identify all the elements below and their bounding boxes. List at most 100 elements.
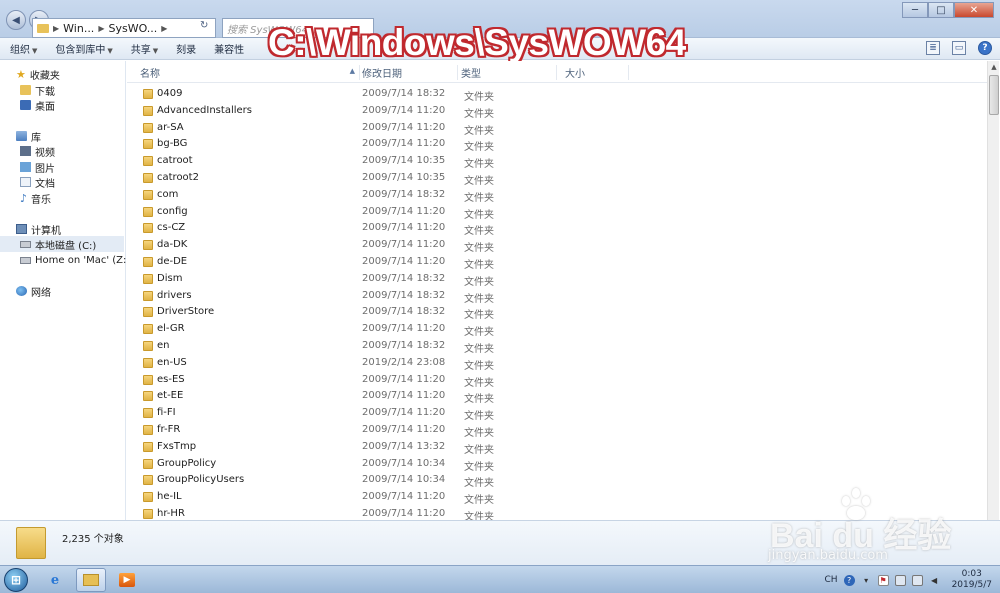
vertical-scrollbar[interactable]: ▲ xyxy=(987,61,999,520)
close-button[interactable]: ✕ xyxy=(954,2,994,18)
file-name: de-DE xyxy=(157,255,188,267)
preview-pane-icon[interactable]: ▭ xyxy=(952,41,966,55)
file-name: com xyxy=(157,188,179,200)
file-type: 文件夹 xyxy=(464,360,494,372)
nav-documents[interactable]: 文档 xyxy=(20,174,55,190)
file-row[interactable]: fr-FR 2009/7/14 11:20 文件夹 xyxy=(127,422,987,439)
nav-desktop[interactable]: 桌面 xyxy=(20,97,55,113)
start-button[interactable]: ⊞ xyxy=(4,568,28,592)
view-options-icon[interactable]: ≣ xyxy=(926,41,940,55)
file-date: 2009/7/14 11:20 xyxy=(362,423,446,435)
column-header-size[interactable]: 大小 xyxy=(565,65,629,80)
file-row[interactable]: el-GR 2009/7/14 11:20 文件夹 xyxy=(127,321,987,338)
back-arrow-icon[interactable]: ◀ xyxy=(6,10,26,30)
nav-mac-drive[interactable]: Home on 'Mac' (Z:) xyxy=(20,252,130,268)
file-row[interactable]: FxsTmp 2009/7/14 13:32 文件夹 xyxy=(127,439,987,456)
file-type: 文件夹 xyxy=(464,293,494,305)
compatibility-button[interactable]: 兼容性 xyxy=(214,41,244,56)
windows-explorer-icon[interactable] xyxy=(76,568,106,592)
file-row[interactable]: DriverStore 2009/7/14 18:32 文件夹 xyxy=(127,304,987,321)
burn-button[interactable]: 刻录 xyxy=(176,41,196,56)
file-date: 2009/7/14 11:20 xyxy=(362,407,446,419)
file-row[interactable]: es-ES 2009/7/14 11:20 文件夹 xyxy=(127,372,987,389)
file-row[interactable]: catroot2 2009/7/14 10:35 文件夹 xyxy=(127,170,987,187)
file-row[interactable]: et-EE 2009/7/14 11:20 文件夹 xyxy=(127,388,987,405)
nav-videos[interactable]: 视频 xyxy=(20,143,55,159)
file-row[interactable]: GroupPolicyUsers 2009/7/14 10:34 文件夹 xyxy=(127,472,987,489)
file-row[interactable]: en-US 2019/2/14 23:08 文件夹 xyxy=(127,355,987,372)
nav-computer[interactable]: 计算机 xyxy=(16,221,61,237)
file-date: 2009/7/14 10:34 xyxy=(362,457,446,469)
breadcrumb-windows[interactable]: Win... xyxy=(63,22,94,35)
file-type: 文件夹 xyxy=(464,276,494,288)
organize-button[interactable]: 组织 ▼ xyxy=(10,41,37,56)
scroll-up-icon[interactable]: ▲ xyxy=(988,61,1000,73)
file-row[interactable]: Dism 2009/7/14 18:32 文件夹 xyxy=(127,271,987,288)
media-player-icon[interactable]: ▶ xyxy=(112,568,142,592)
column-header-type[interactable]: 类型 xyxy=(461,65,557,80)
nav-music[interactable]: ♪ 音乐 xyxy=(20,190,51,206)
column-header-name[interactable]: 名称 ▲ xyxy=(140,65,360,80)
breadcrumb-syswow64[interactable]: SysWO... xyxy=(108,22,157,35)
chevron-down-icon[interactable]: ▾ xyxy=(861,575,872,586)
system-tray: CH ? ▾ ⚑ ◀ 0:03 2019/5/7 xyxy=(825,566,1000,593)
navigation-pane: ★ 收藏夹 下载 桌面 库 视频 图片 文档 ♪ 音乐 计算机 本地磁盘 (C:… xyxy=(0,61,130,520)
language-indicator[interactable]: CH xyxy=(825,575,838,585)
file-row[interactable]: 0409 2009/7/14 18:32 文件夹 xyxy=(127,86,987,103)
share-button[interactable]: 共享 ▼ xyxy=(131,41,158,56)
folder-icon xyxy=(143,508,153,519)
file-row[interactable]: catroot 2009/7/14 10:35 文件夹 xyxy=(127,153,987,170)
file-row[interactable]: config 2009/7/14 11:20 文件夹 xyxy=(127,204,987,221)
nav-libraries[interactable]: 库 xyxy=(16,128,41,144)
internet-explorer-icon[interactable]: e xyxy=(40,568,70,592)
nav-pictures[interactable]: 图片 xyxy=(20,159,55,175)
file-name: bg-BG xyxy=(157,138,188,150)
file-row[interactable]: com 2009/7/14 18:32 文件夹 xyxy=(127,187,987,204)
file-row[interactable]: GroupPolicy 2009/7/14 10:34 文件夹 xyxy=(127,456,987,473)
file-date: 2009/7/14 18:32 xyxy=(362,88,446,99)
file-date: 2009/7/14 11:20 xyxy=(362,138,446,150)
help-icon[interactable]: ? xyxy=(978,41,992,55)
file-row[interactable]: fi-FI 2009/7/14 11:20 文件夹 xyxy=(127,405,987,422)
file-type: 文件夹 xyxy=(464,192,494,204)
scroll-thumb[interactable] xyxy=(989,75,999,115)
folder-icon xyxy=(143,340,153,351)
monitor-icon[interactable] xyxy=(911,574,923,586)
volume-icon[interactable]: ◀ xyxy=(929,575,940,586)
file-name: FxsTmp xyxy=(157,440,197,452)
nav-favorites[interactable]: ★ 收藏夹 xyxy=(16,66,60,82)
folder-icon xyxy=(143,475,153,486)
file-type: 文件夹 xyxy=(464,444,494,456)
include-in-library-button[interactable]: 包含到库中 ▼ xyxy=(55,41,112,56)
file-row[interactable]: drivers 2009/7/14 18:32 文件夹 xyxy=(127,288,987,305)
folder-icon xyxy=(143,89,153,99)
nav-libraries-label: 库 xyxy=(31,132,41,144)
library-icon xyxy=(16,131,27,141)
file-type: 文件夹 xyxy=(464,394,494,406)
network-status-icon[interactable] xyxy=(894,574,906,586)
file-row[interactable]: bg-BG 2009/7/14 11:20 文件夹 xyxy=(127,136,987,153)
file-row[interactable]: AdvancedInstallers 2009/7/14 11:20 文件夹 xyxy=(127,103,987,120)
file-row[interactable]: he-IL 2009/7/14 11:20 文件夹 xyxy=(127,489,987,506)
file-row[interactable]: da-DK 2009/7/14 11:20 文件夹 xyxy=(127,237,987,254)
nav-local-disk[interactable]: 本地磁盘 (C:) xyxy=(0,236,124,252)
address-bar[interactable]: ▶ Win... ▶ SysWO... ▶ xyxy=(32,18,216,38)
action-center-flag-icon[interactable]: ⚑ xyxy=(877,574,889,586)
column-header-date[interactable]: 修改日期 xyxy=(362,65,458,80)
file-date: 2009/7/14 11:20 xyxy=(362,239,446,251)
clock[interactable]: 0:03 2019/5/7 xyxy=(952,569,992,591)
file-row[interactable]: ar-SA 2009/7/14 11:20 文件夹 xyxy=(127,120,987,137)
file-date: 2009/7/14 11:20 xyxy=(362,507,446,519)
nav-network[interactable]: 网络 xyxy=(16,283,51,299)
file-row[interactable]: de-DE 2009/7/14 11:20 文件夹 xyxy=(127,254,987,271)
file-date: 2009/7/14 18:32 xyxy=(362,272,446,284)
file-row[interactable]: cs-CZ 2009/7/14 11:20 文件夹 xyxy=(127,220,987,237)
help-icon[interactable]: ? xyxy=(843,574,855,586)
folder-icon xyxy=(143,391,153,402)
file-date: 2009/7/14 11:20 xyxy=(362,323,446,335)
maximize-button[interactable]: □ xyxy=(928,2,954,18)
refresh-icon[interactable]: ↻ xyxy=(200,20,208,31)
nav-downloads[interactable]: 下载 xyxy=(20,82,55,98)
file-row[interactable]: en 2009/7/14 18:32 文件夹 xyxy=(127,338,987,355)
minimize-button[interactable]: ─ xyxy=(902,2,928,18)
